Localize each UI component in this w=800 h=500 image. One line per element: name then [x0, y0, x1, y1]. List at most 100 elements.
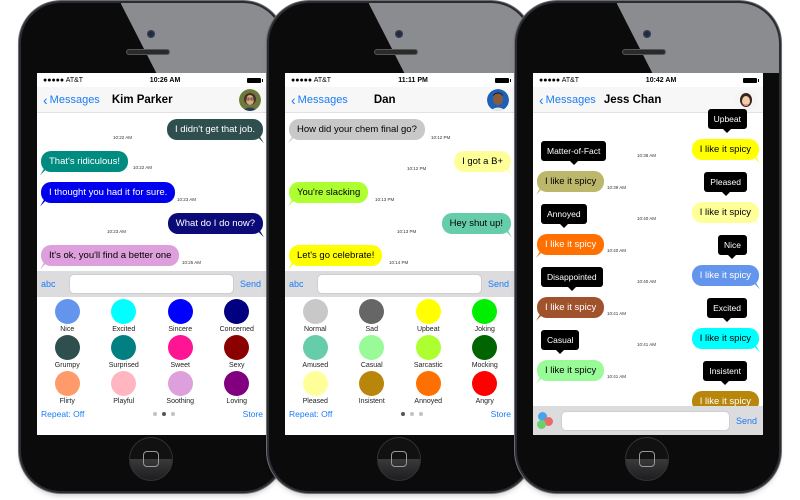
- message-bubble[interactable]: I like it spicy: [691, 139, 759, 161]
- store-button[interactable]: Store: [491, 409, 511, 419]
- tone-option[interactable]: Sincere: [152, 299, 209, 333]
- tone-grid: Nice Excited Sincere Concerned Grumpy Surpris…: [37, 297, 267, 405]
- repeat-toggle[interactable]: Repeat: Off: [289, 409, 332, 419]
- tone-option[interactable]: Casual: [344, 335, 401, 369]
- avatar[interactable]: [735, 89, 757, 111]
- speaker-grille: [374, 49, 418, 55]
- message-bubble[interactable]: I got a B+: [454, 151, 511, 173]
- message-bubble[interactable]: How did your chem final go?: [289, 119, 425, 141]
- carrier-label: ●●●●● AT&T: [539, 76, 580, 84]
- message-bubble[interactable]: I like it spicy: [537, 296, 605, 318]
- tone-option[interactable]: Flirty: [39, 371, 96, 405]
- home-square-icon: [639, 451, 655, 467]
- message-input[interactable]: [317, 274, 482, 294]
- avatar[interactable]: [487, 89, 509, 111]
- tone-option[interactable]: Amused: [287, 335, 344, 369]
- back-button[interactable]: ‹ Messages: [539, 93, 596, 107]
- home-button[interactable]: [377, 437, 421, 481]
- tone-option[interactable]: Normal: [287, 299, 344, 333]
- message-bubble[interactable]: That's ridiculous!: [41, 151, 128, 173]
- message-text: I like it spicy: [699, 207, 751, 218]
- tone-option[interactable]: Grumpy: [39, 335, 96, 369]
- message-bubble[interactable]: I like it spicy: [537, 359, 605, 381]
- message-bubble[interactable]: Let's go celebrate!: [289, 245, 383, 267]
- message-bubble[interactable]: I like it spicy: [691, 265, 759, 287]
- message-timestamp: 10:22 AM: [133, 165, 153, 170]
- tone-option[interactable]: Loving: [209, 371, 266, 405]
- tone-option[interactable]: Joking: [457, 299, 514, 333]
- page-indicator[interactable]: [400, 412, 423, 416]
- battery-icon: [247, 77, 263, 83]
- page-indicator[interactable]: [152, 412, 175, 416]
- avatar[interactable]: [239, 89, 261, 111]
- glare: [616, 3, 779, 73]
- tone-option[interactable]: Concerned: [209, 299, 266, 333]
- keyboard-toggle-button[interactable]: abc: [41, 279, 63, 289]
- send-button[interactable]: Send: [240, 279, 263, 289]
- tone-option[interactable]: Annoyed: [400, 371, 457, 405]
- tone-option[interactable]: Pleased: [287, 371, 344, 405]
- tone-swatch: [224, 335, 250, 360]
- tone-option[interactable]: Sweet: [152, 335, 209, 369]
- tone-tag: Disappointed: [541, 266, 603, 291]
- tone-option[interactable]: Upbeat: [400, 299, 457, 333]
- message-bubble[interactable]: You're slacking: [289, 182, 369, 204]
- tone-option[interactable]: Angry: [457, 371, 514, 405]
- circle-green-icon: [537, 419, 546, 429]
- tone-option[interactable]: Sarcastic: [400, 335, 457, 369]
- message-input[interactable]: [69, 274, 234, 294]
- message-timestamp: 10:14 PM: [389, 260, 409, 265]
- send-button[interactable]: Send: [488, 279, 511, 289]
- message-input[interactable]: [561, 410, 730, 431]
- tone-label: Grumpy: [54, 362, 80, 369]
- tone-option[interactable]: Playful: [96, 371, 153, 405]
- message-bubble[interactable]: I like it spicy: [691, 328, 759, 350]
- message-bubble[interactable]: I like it spicy: [537, 233, 605, 255]
- back-button[interactable]: ‹ Messages: [291, 93, 348, 107]
- message-text: Hey shut up!: [449, 218, 503, 229]
- tone-tag: Pleased: [704, 172, 747, 196]
- tone-swatch: [54, 371, 80, 396]
- keyboard-toggle-button[interactable]: abc: [289, 279, 311, 289]
- tone-picker-button[interactable]: [537, 411, 555, 430]
- message-text: I like it spicy: [545, 238, 597, 250]
- tone-option[interactable]: Mocking: [457, 335, 514, 369]
- tone-label: Annoyed: [414, 398, 443, 405]
- camera-icon: [147, 30, 155, 38]
- tone-swatch: [472, 371, 498, 396]
- message-bubble[interactable]: I didn't get that job.: [167, 119, 263, 141]
- message-bubble[interactable]: I like it spicy: [537, 170, 605, 192]
- tone-option[interactable]: Excited: [96, 299, 153, 333]
- page-dot[interactable]: [418, 412, 423, 416]
- home-button[interactable]: [129, 437, 173, 481]
- repeat-toggle[interactable]: Repeat: Off: [41, 409, 84, 419]
- tone-option[interactable]: Insistent: [344, 371, 401, 405]
- page-dot[interactable]: [161, 412, 166, 416]
- back-button[interactable]: ‹ Messages: [43, 93, 100, 107]
- message-text: That's ridiculous!: [49, 156, 120, 167]
- page-dot[interactable]: [400, 412, 405, 416]
- store-button[interactable]: Store: [243, 409, 263, 419]
- message-bubble[interactable]: What do I do now?: [167, 213, 263, 235]
- page-dot[interactable]: [170, 412, 175, 416]
- tone-option[interactable]: Soothing: [152, 371, 209, 405]
- message-bubble[interactable]: I like it spicy: [691, 202, 759, 224]
- message-bubble[interactable]: I thought you had it for sure.: [41, 182, 176, 204]
- send-button[interactable]: Send: [736, 416, 759, 426]
- message-text: I like it spicy: [545, 301, 597, 313]
- page-dot[interactable]: [152, 412, 157, 416]
- message-bubble[interactable]: Hey shut up!: [441, 213, 511, 235]
- page-dot[interactable]: [409, 412, 414, 416]
- tone-swatch: [224, 371, 250, 396]
- tone-option[interactable]: Surprised: [96, 335, 153, 369]
- message-timestamp: 10:40 AM: [637, 279, 657, 284]
- tone-option[interactable]: Sexy: [209, 335, 266, 369]
- tone-swatch: [111, 299, 137, 324]
- message-timestamp: 10:41 AM: [607, 310, 627, 316]
- tone-option[interactable]: Sad: [344, 299, 401, 333]
- speaker-grille: [126, 49, 170, 55]
- glare: [368, 3, 531, 73]
- home-button[interactable]: [625, 437, 669, 481]
- tone-option[interactable]: Nice: [39, 299, 96, 333]
- message-bubble[interactable]: It's ok, you'll find a better one: [41, 245, 180, 267]
